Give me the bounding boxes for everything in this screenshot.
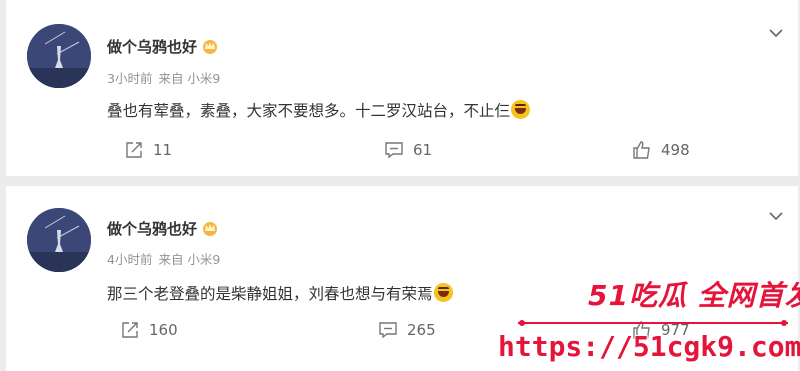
- repost-button[interactable]: 11: [124, 140, 172, 160]
- comment-button[interactable]: 61: [384, 140, 432, 160]
- crown-badge-icon: [203, 222, 218, 236]
- laughing-emoji-icon: [433, 283, 453, 302]
- avatar[interactable]: [27, 208, 91, 272]
- comment-count: 61: [413, 141, 433, 159]
- share-icon: [122, 322, 138, 338]
- comment-icon: [385, 142, 403, 159]
- avatar-image: [27, 208, 91, 272]
- repost-button[interactable]: 160: [120, 320, 178, 340]
- share-icon: [126, 142, 142, 158]
- avatar-image: [27, 24, 91, 88]
- avatar[interactable]: [27, 24, 91, 88]
- weibo-post-card: [6, 186, 798, 371]
- comment-button[interactable]: 265: [378, 320, 436, 340]
- like-count: 977: [661, 321, 690, 339]
- comment-count: 265: [407, 321, 436, 339]
- thumbs-up-icon: [633, 321, 650, 339]
- username[interactable]: 做个乌鸦也好: [107, 218, 219, 239]
- post-content: 那三个老登叠的是柴静姐姐，刘春也想与有荣焉: [107, 282, 453, 304]
- repost-count: 11: [153, 141, 173, 159]
- repost-count: 160: [149, 321, 178, 339]
- timestamp: 3小时前: [107, 71, 153, 86]
- username[interactable]: 做个乌鸦也好: [107, 36, 219, 57]
- timestamp: 4小时前: [107, 252, 153, 267]
- post-content: 叠也有荤叠，素叠，大家不要想多。十二罗汉站台，不止仨: [107, 99, 531, 121]
- post-text: 叠也有荤叠，素叠，大家不要想多。十二罗汉站台，不止仨: [107, 102, 511, 120]
- device-source: 来自 小米9: [158, 71, 221, 86]
- laughing-emoji-icon: [511, 100, 531, 119]
- crown-badge-icon: [203, 40, 218, 54]
- chevron-down-icon[interactable]: [768, 28, 784, 38]
- post-text: 那三个老登叠的是柴静姐姐，刘春也想与有荣焉: [107, 285, 433, 303]
- post-meta: 4小时前 来自 小米9: [107, 249, 220, 268]
- like-button[interactable]: 498: [632, 140, 690, 160]
- post-meta: 3小时前 来自 小米9: [107, 68, 220, 87]
- device-source: 来自 小米9: [158, 252, 221, 267]
- username-text[interactable]: 做个乌鸦也好: [107, 220, 197, 238]
- thumbs-up-icon: [633, 141, 650, 159]
- username-text[interactable]: 做个乌鸦也好: [107, 38, 197, 56]
- like-button[interactable]: 977: [632, 320, 690, 340]
- like-count: 498: [661, 141, 690, 159]
- chevron-down-icon[interactable]: [768, 211, 784, 221]
- comment-icon: [379, 322, 397, 339]
